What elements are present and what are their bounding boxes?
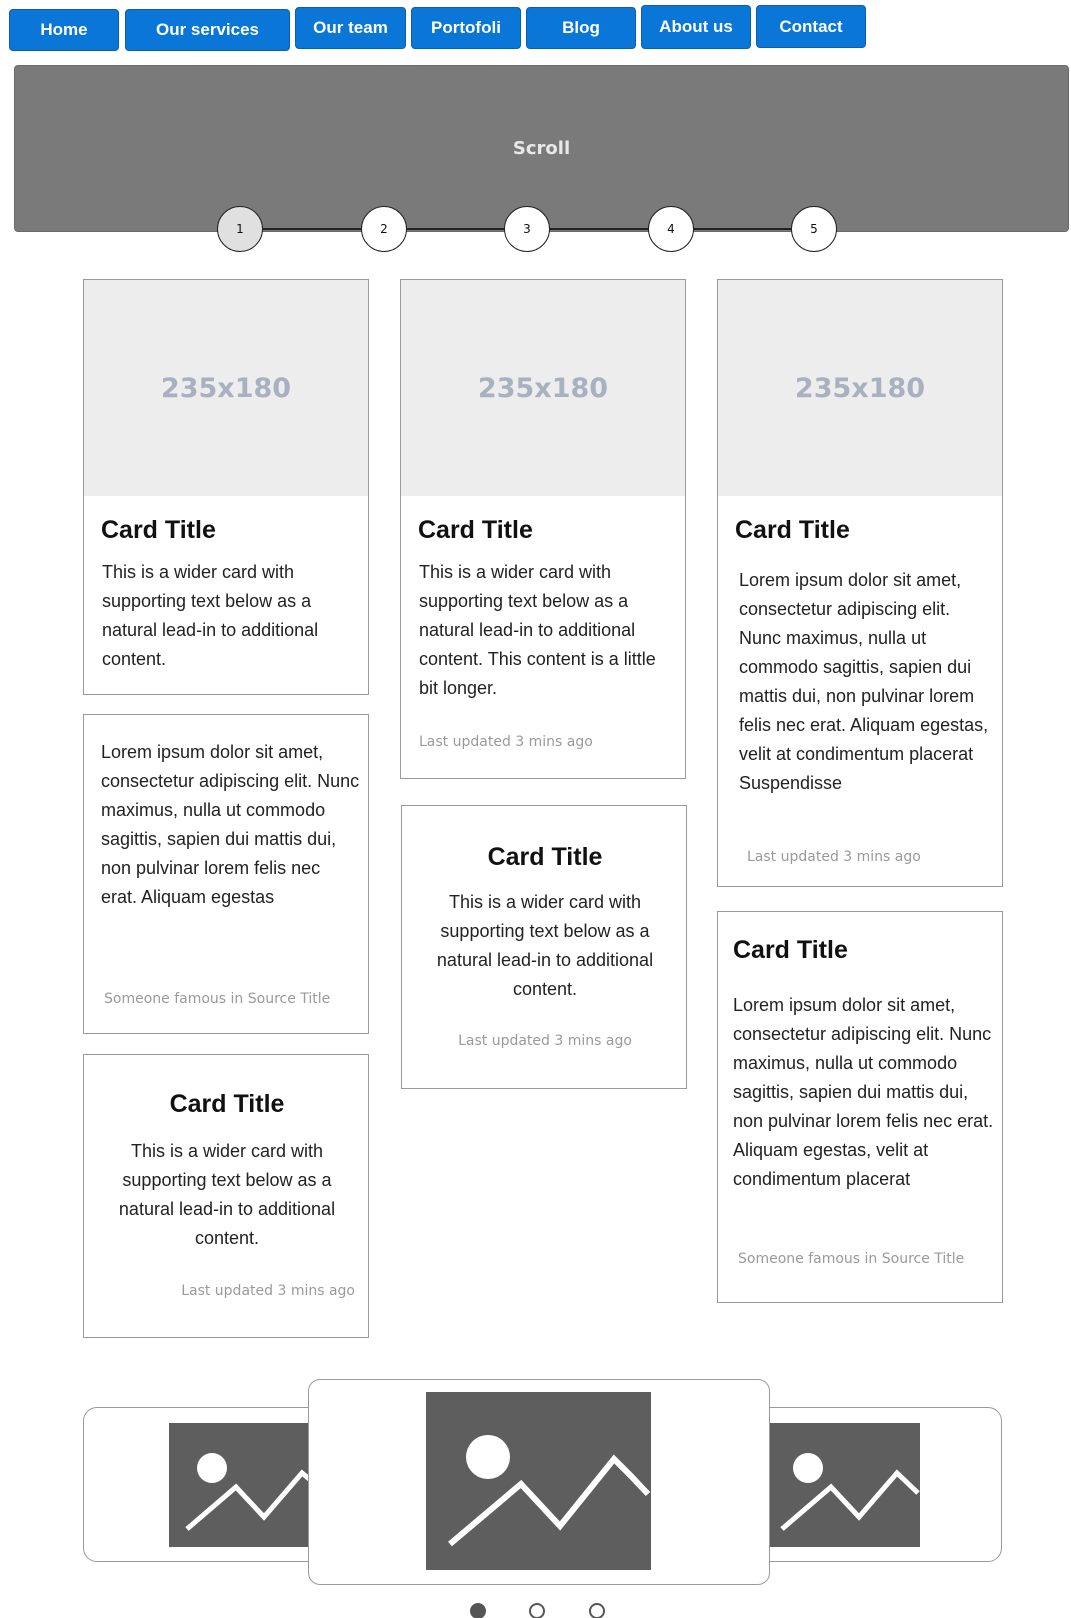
card-5-text: This is a wider card with supporting tex… <box>436 892 654 999</box>
carousel-dot-2[interactable] <box>529 1603 545 1618</box>
nav-our-team-button[interactable]: Our team <box>295 7 406 49</box>
step-5[interactable]: 5 <box>791 206 837 252</box>
card-1-title: Card Title <box>101 516 216 544</box>
card-5-meta: Last updated 3 mins ago <box>458 1033 632 1049</box>
card-3-title: Card Title <box>169 1090 285 1118</box>
card-1-image-placeholder: 235x180 <box>84 280 368 496</box>
card-6: 235x180 Card Title Lorem ipsum dolor sit… <box>717 279 1003 887</box>
card-6-image-placeholder: 235x180 <box>718 280 1002 496</box>
card-4-title: Card Title <box>418 516 533 544</box>
card-2-source: Someone famous in Source Title <box>104 991 331 1007</box>
card-6-text: Lorem ipsum dolor sit amet, consectetur … <box>739 570 989 793</box>
nav-contact-button[interactable]: Contact <box>756 5 866 48</box>
image-icon <box>185 1453 309 1531</box>
card-1: 235x180 Card Title This is a wider card … <box>83 279 369 695</box>
card-4-image-placeholder: 235x180 <box>401 280 685 496</box>
nav-blog-button[interactable]: Blog <box>526 7 636 49</box>
carousel-slide-prev[interactable] <box>169 1423 309 1547</box>
carousel-active-image <box>426 1392 651 1570</box>
step-4[interactable]: 4 <box>648 206 694 252</box>
card-5-title: Card Title <box>487 843 603 871</box>
card-3-text: This is a wider card with supporting tex… <box>118 1141 336 1248</box>
card-4-meta: Last updated 3 mins ago <box>419 734 593 750</box>
card-5: Card Title This is a wider card with sup… <box>401 805 687 1089</box>
carousel-dot-3[interactable] <box>589 1603 605 1618</box>
carousel-dot-1[interactable] <box>470 1603 486 1618</box>
carousel-slide-next[interactable] <box>770 1423 920 1547</box>
nav-portofoli-button[interactable]: Portofoli <box>411 7 521 49</box>
hero-label: Scroll <box>512 138 571 159</box>
card-7-title: Card Title <box>733 936 848 964</box>
card-6-meta: Last updated 3 mins ago <box>747 849 921 865</box>
card-3-meta: Last updated 3 mins ago <box>181 1283 355 1299</box>
nav-home-button[interactable]: Home <box>9 9 119 51</box>
card-7-source: Someone famous in Source Title <box>738 1251 965 1267</box>
nav-about-us-button[interactable]: About us <box>641 5 751 49</box>
image-icon <box>448 1435 651 1547</box>
card-3: Card Title This is a wider card with sup… <box>83 1054 369 1338</box>
card-4: 235x180 Card Title This is a wider card … <box>400 279 686 779</box>
hero-banner[interactable]: Scroll <box>14 65 1069 232</box>
image-icon <box>780 1453 920 1531</box>
card-2-text: Lorem ipsum dolor sit amet, consectetur … <box>101 742 360 907</box>
card-2: Lorem ipsum dolor sit amet, consectetur … <box>83 714 369 1034</box>
card-4-text: This is a wider card with supporting tex… <box>419 562 656 698</box>
carousel-slide-active[interactable] <box>308 1379 770 1585</box>
card-7: Card Title Lorem ipsum dolor sit amet, c… <box>717 911 1003 1303</box>
card-7-text: Lorem ipsum dolor sit amet, consectetur … <box>733 995 994 1189</box>
step-2[interactable]: 2 <box>361 206 407 252</box>
step-3[interactable]: 3 <box>504 206 550 252</box>
card-1-text: This is a wider card with supporting tex… <box>102 562 319 669</box>
step-1[interactable]: 1 <box>217 206 263 252</box>
nav-our-services-button[interactable]: Our services <box>125 9 290 51</box>
card-6-title: Card Title <box>735 516 850 544</box>
